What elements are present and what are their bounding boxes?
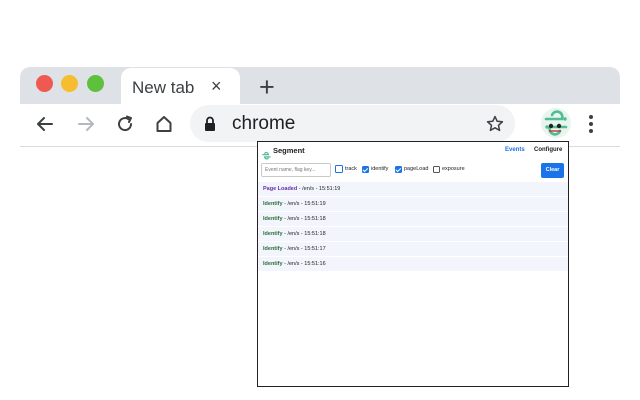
forward-arrow-icon[interactable]	[74, 112, 98, 136]
event-meta: - /en/s - 15:51:19	[282, 201, 326, 207]
bookmark-star-icon[interactable]	[483, 112, 507, 136]
exposure-checkbox[interactable]	[433, 166, 440, 173]
new-tab-button[interactable]: +	[259, 72, 275, 102]
segment-popup: Segment Events Configure Event name, fla…	[257, 141, 569, 387]
event-name: Identify	[263, 246, 283, 252]
event-row[interactable]: Identify - /en/s - 15:51:17	[258, 242, 568, 257]
pageload-label: pageLoad	[404, 166, 429, 172]
popup-header: Segment Events Configure	[258, 142, 568, 160]
segment-extension-icon[interactable]	[540, 107, 572, 139]
event-name: Identify	[263, 216, 283, 222]
tab-title: New tab	[132, 78, 195, 97]
event-meta: - /en/s - 15:51:16	[282, 261, 326, 267]
event-row[interactable]: Identify - /en/s - 15:51:16	[258, 257, 568, 272]
pageload-checkbox[interactable]	[395, 166, 402, 173]
clear-button[interactable]: Clear	[541, 163, 564, 178]
popup-title: Segment	[273, 146, 305, 155]
event-meta: - /en/s - 15:51:19	[297, 186, 341, 192]
event-meta: - /en/s - 15:51:17	[282, 246, 326, 252]
close-window-button[interactable]	[36, 75, 53, 92]
minimize-window-button[interactable]	[61, 75, 78, 92]
event-name: Identify	[263, 231, 283, 237]
tab-events[interactable]: Events	[505, 147, 525, 153]
identify-label: identify	[371, 166, 389, 172]
event-row[interactable]: Identify - /en/s - 15:51:18	[258, 212, 568, 227]
event-meta: - /en/s - 15:51:18	[282, 231, 326, 237]
event-name: Identify	[263, 261, 283, 267]
event-name: Identify	[263, 201, 283, 207]
tab-close-icon[interactable]: ×	[211, 76, 222, 96]
event-row[interactable]: Page Loaded - /en/s - 15:51:19	[258, 182, 568, 197]
track-checkbox[interactable]	[335, 165, 343, 173]
event-list: Page Loaded - /en/s - 15:51:19 Identify …	[258, 182, 568, 272]
event-row[interactable]: Identify - /en/s - 15:51:19	[258, 197, 568, 212]
identify-checkbox[interactable]	[362, 166, 369, 173]
browser-menu-icon[interactable]	[586, 113, 596, 135]
maximize-window-button[interactable]	[87, 75, 104, 92]
event-row[interactable]: Identify - /en/s - 15:51:18	[258, 227, 568, 242]
reload-icon[interactable]	[113, 112, 137, 136]
back-arrow-icon[interactable]	[33, 112, 57, 136]
segment-logo-icon	[262, 147, 271, 160]
event-search-input[interactable]: Event name, flag key...	[261, 163, 331, 177]
exposure-label: exposure	[442, 166, 465, 172]
track-label: track	[345, 166, 357, 172]
event-meta: - /en/s - 15:51:18	[282, 216, 326, 222]
home-icon[interactable]	[152, 112, 176, 136]
event-name: Page Loaded	[263, 186, 298, 192]
address-text[interactable]: chrome	[232, 113, 295, 135]
tab-configure[interactable]: Configure	[534, 147, 562, 153]
lock-icon[interactable]	[201, 112, 219, 136]
tab-strip	[20, 67, 620, 104]
